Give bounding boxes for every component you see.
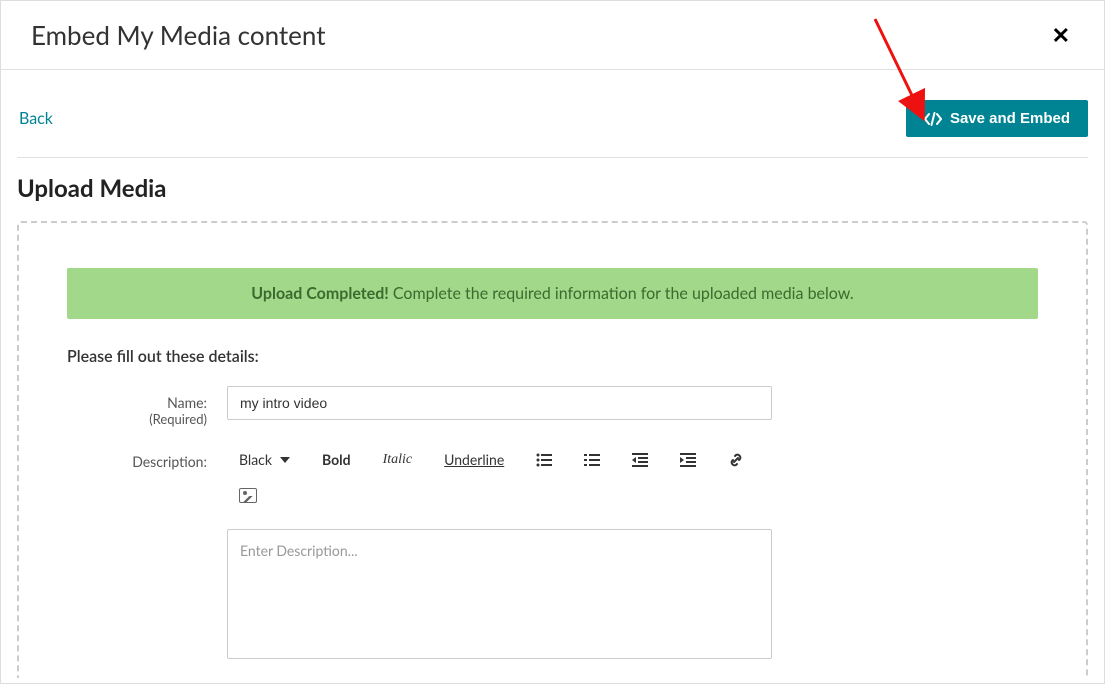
- outdent-icon: [632, 453, 648, 467]
- name-label: Name:: [167, 394, 207, 411]
- description-label: Description:: [132, 453, 207, 470]
- indent-icon: [680, 453, 696, 467]
- save-and-embed-button[interactable]: Save and Embed: [906, 100, 1088, 137]
- rte-underline-button[interactable]: Underline: [444, 451, 504, 468]
- upload-success-alert: Upload Completed! Complete the required …: [67, 268, 1038, 319]
- save-and-embed-label: Save and Embed: [950, 110, 1070, 127]
- rte-number-list-button[interactable]: [584, 453, 600, 467]
- page-title: Upload Media: [17, 158, 1088, 221]
- name-label-col: Name: (Required): [67, 386, 227, 427]
- name-row: Name: (Required): [67, 386, 1038, 427]
- rte-color-label: Black: [239, 451, 272, 468]
- scroll-area[interactable]: Back Save and Embed Upload Media Upload …: [1, 70, 1104, 678]
- back-link[interactable]: Back: [17, 109, 53, 128]
- rte-toolbar: Black Bold Italic Underline: [227, 445, 1038, 474]
- description-label-col: Description:: [67, 445, 227, 659]
- details-prompt: Please fill out these details:: [67, 347, 1038, 366]
- alert-bold: Upload Completed!: [251, 284, 389, 303]
- close-button[interactable]: ✕: [1048, 21, 1074, 49]
- rte-bullet-list-button[interactable]: [536, 453, 552, 467]
- description-editor[interactable]: Enter Description...: [227, 529, 772, 659]
- chevron-down-icon: [280, 457, 290, 463]
- action-bar: Back Save and Embed: [17, 82, 1088, 158]
- rte-image-button[interactable]: [239, 488, 257, 503]
- code-icon: [924, 112, 942, 126]
- rte-toolbar-row2: [227, 474, 1038, 513]
- modal-title: Embed My Media content: [31, 19, 326, 51]
- rte-color-dropdown[interactable]: Black: [239, 451, 290, 468]
- upload-form-box: Upload Completed! Complete the required …: [17, 221, 1088, 678]
- bullet-list-icon: [536, 453, 552, 467]
- modal-header: Embed My Media content ✕: [1, 1, 1104, 70]
- rte-italic-button[interactable]: Italic: [383, 452, 413, 468]
- rte-indent-button[interactable]: [680, 453, 696, 467]
- number-list-icon: [584, 453, 600, 467]
- rte-bold-button[interactable]: Bold: [322, 451, 351, 468]
- alert-text: Complete the required information for th…: [389, 284, 854, 303]
- description-row: Description: Black Bold Italic Underline: [67, 445, 1038, 659]
- rte-outdent-button[interactable]: [632, 453, 648, 467]
- name-required: (Required): [67, 411, 207, 427]
- link-icon: [728, 452, 744, 468]
- name-input[interactable]: [227, 386, 772, 420]
- rte-link-button[interactable]: [728, 452, 744, 468]
